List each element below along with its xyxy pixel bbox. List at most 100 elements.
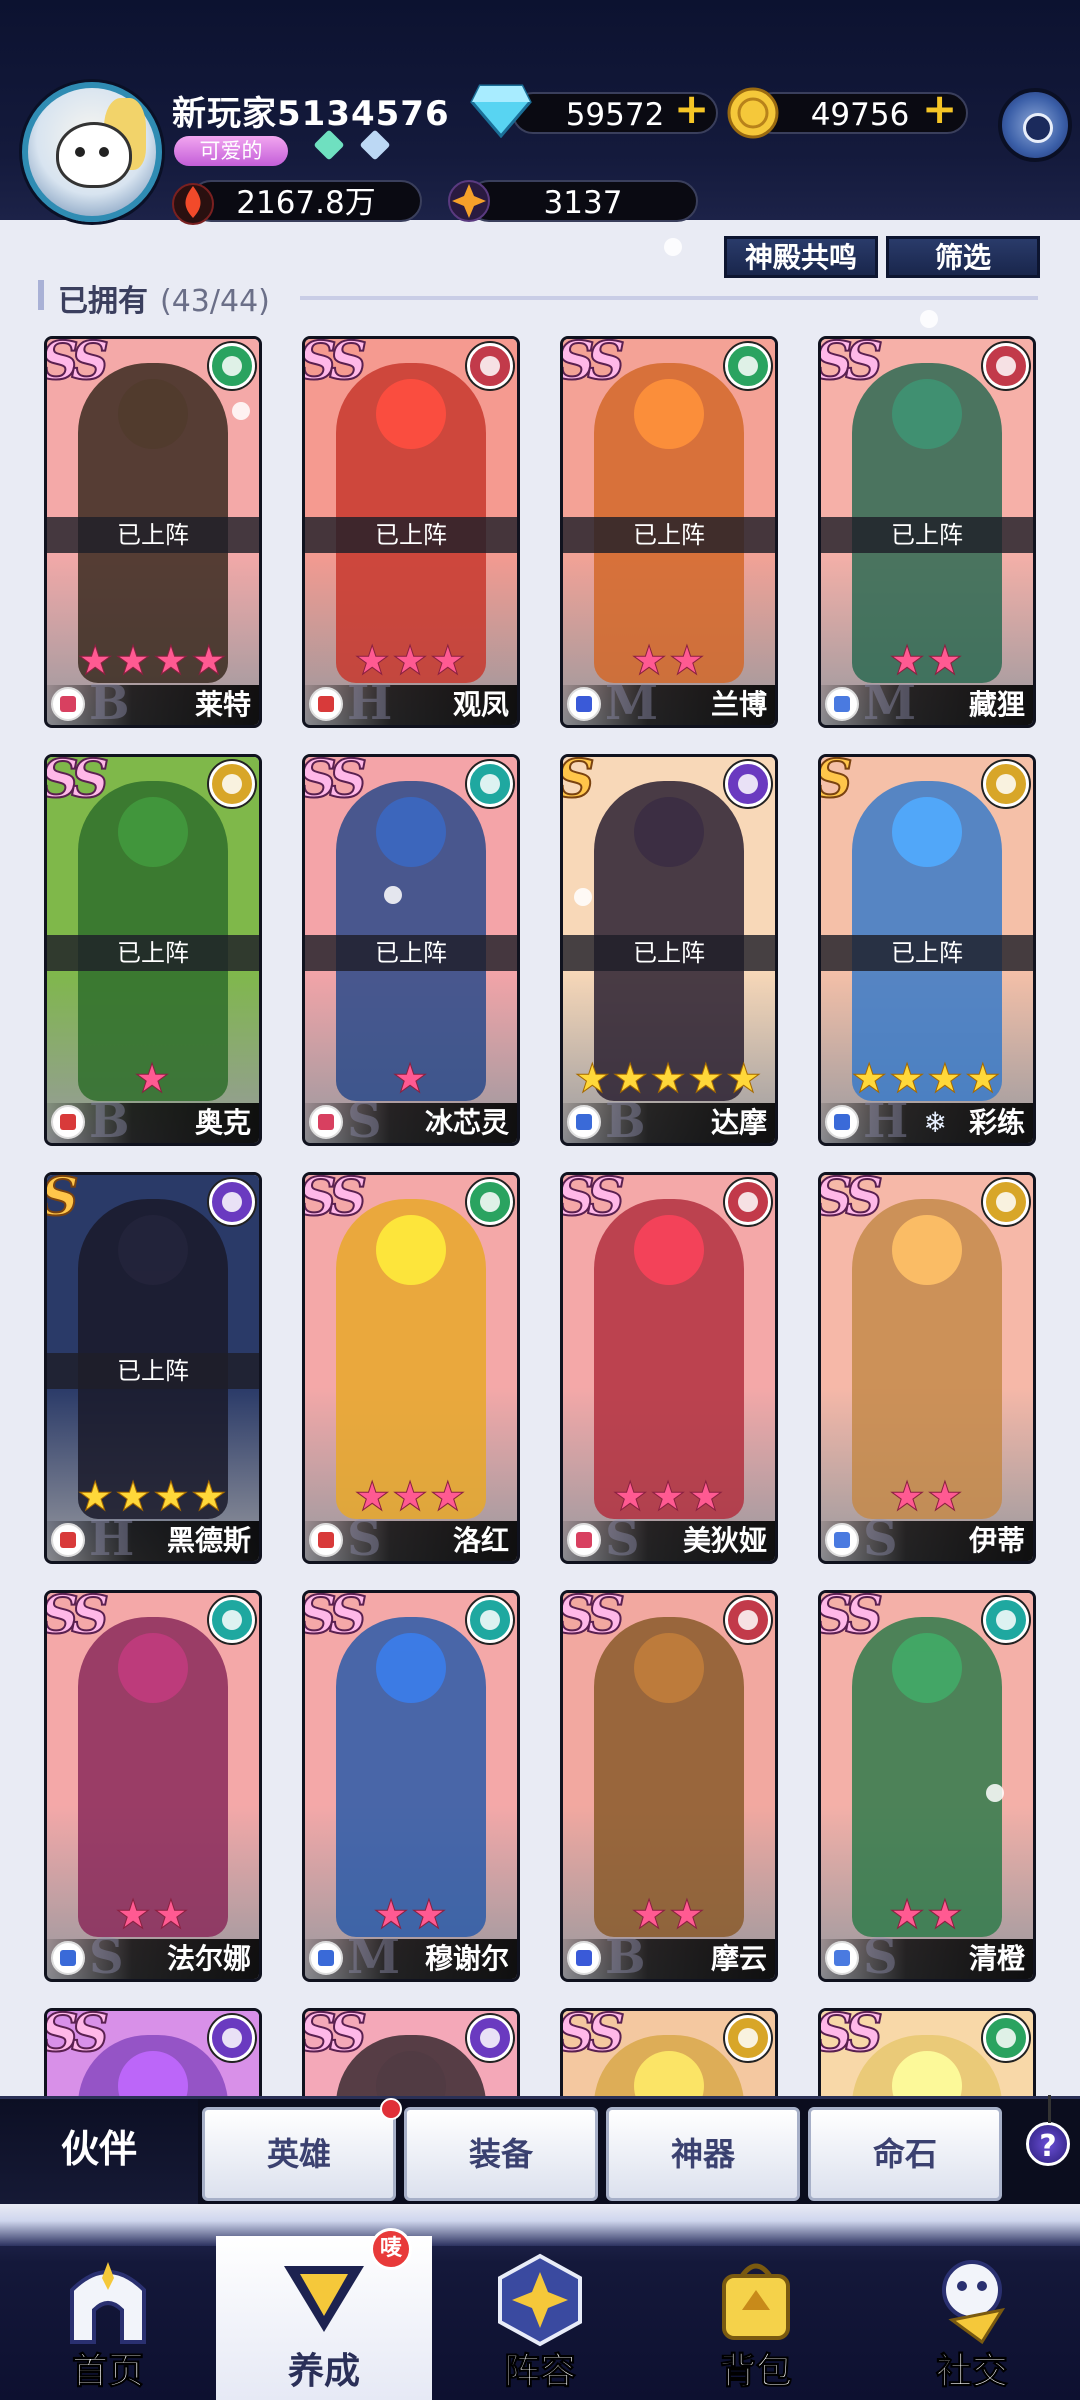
hero-head [634, 1215, 704, 1285]
tab-equipment[interactable]: 装备 [404, 2107, 598, 2201]
hero-name: 穆谢尔 [424, 1942, 509, 1975]
filter-button[interactable]: 筛选 [886, 236, 1040, 278]
hero-card[interactable]: SS 已上阵 ★★★★ B 莱特 [44, 336, 262, 728]
hero-name: 彩练 [968, 1106, 1025, 1139]
hero-name: 清橙 [968, 1942, 1025, 1975]
energy-value: 3137 [543, 185, 623, 221]
rank-badge: SS [302, 336, 368, 393]
faction-icon [209, 761, 255, 807]
rank-badge: SS [302, 1172, 368, 1229]
hero-card[interactable]: SS [302, 2008, 520, 2096]
hero-card[interactable]: SS ★★★ S 洛红 [302, 1172, 520, 1564]
avatar-face [56, 122, 132, 188]
nav-backpack[interactable]: 背包 [648, 2240, 864, 2400]
faction-icon [983, 761, 1029, 807]
hero-head [634, 1633, 704, 1703]
hero-card[interactable]: SS ★★ M 穆谢尔 [302, 1590, 520, 1982]
hero-name: 摩云 [710, 1942, 767, 1975]
star-icon: ★ [411, 1892, 449, 1938]
hero-name: 黑德斯 [166, 1524, 251, 1557]
hero-card[interactable]: SS 已上阵 ★ B 奥克 [44, 754, 262, 1146]
snowflake [986, 1784, 1004, 1802]
faction-icon [725, 761, 771, 807]
star-icon: ★ [650, 1056, 688, 1102]
hero-card[interactable]: SS ★★★ S 美狄娅 [560, 1172, 778, 1564]
deployed-label: 已上阵 [821, 517, 1033, 553]
star-rating: ★★★ [305, 639, 517, 684]
hero-card[interactable]: SS ★★ S 法尔娜 [44, 1590, 262, 1982]
class-letter: H [347, 675, 393, 728]
star-icon: ★ [927, 1474, 965, 1520]
hero-card[interactable]: SS 已上阵 ★★ M 兰博 [560, 336, 778, 728]
hero-name: 观凤 [452, 688, 509, 721]
faction-icon [467, 2015, 513, 2061]
star-rating: ★★ [47, 1893, 259, 1938]
nav-social[interactable]: 社交 [864, 2240, 1080, 2400]
rank-badge: SS [818, 1590, 884, 1647]
faction-icon [467, 1597, 513, 1643]
hero-card[interactable]: SS ★★ S 伊蒂 [818, 1172, 1036, 1564]
role-icon [309, 1941, 343, 1975]
hero-card[interactable]: SS 已上阵 ★★★ H 观凤 [302, 336, 520, 728]
hero-head [118, 797, 188, 867]
add-diamonds-button[interactable]: + [674, 88, 709, 130]
tab-heroes[interactable]: 英雄 [202, 2107, 396, 2201]
snowflake-icon: ❄ [923, 1106, 947, 1139]
faction-icon [983, 2015, 1029, 2061]
help-button[interactable]: ? [1026, 2095, 1070, 2166]
diamond-value: 59572 [565, 97, 665, 133]
avatar-eye [75, 147, 85, 157]
class-letter: S [605, 1511, 640, 1564]
hero-head [118, 1633, 188, 1703]
hero-name: 奥克 [194, 1106, 251, 1139]
deployed-label: 已上阵 [563, 935, 775, 971]
nav-lineup[interactable]: 阵容 [432, 2240, 648, 2400]
star-rating: ★ [305, 1057, 517, 1102]
star-rating: ★★★★ [47, 1475, 259, 1520]
hero-card[interactable]: SS [560, 2008, 778, 2096]
hero-head [118, 379, 188, 449]
hero-card[interactable]: S 已上阵 ★★★★★ B 达摩 [560, 754, 778, 1146]
nav-home[interactable]: 首页 [0, 2240, 216, 2400]
nav-backpack-label: 背包 [719, 2351, 792, 2393]
hero-name: 兰博 [710, 688, 767, 721]
owned-count: (43/44) [160, 284, 270, 319]
rank-badge: SS [44, 336, 110, 393]
hero-card[interactable]: S 已上阵 ★★★★ H ❄ 彩练 [818, 754, 1036, 1146]
nav-home-label: 首页 [71, 2351, 144, 2393]
rank-badge: SS [44, 754, 110, 811]
faction-icon [725, 1597, 771, 1643]
star-rating: ★ [47, 1057, 259, 1102]
hero-card[interactable]: S 已上阵 ★★★★ H 黑德斯 [44, 1172, 262, 1564]
notification-dot [380, 2098, 402, 2120]
faction-icon [725, 343, 771, 389]
hero-head [892, 1633, 962, 1703]
nav-badge: 唛 [370, 2228, 412, 2270]
hero-card[interactable]: SS 已上阵 ★★ M 藏狸 [818, 336, 1036, 728]
gold-coin-icon [727, 87, 779, 139]
tab-partners[interactable]: 伙伴 [0, 2099, 198, 2207]
title-badge[interactable]: 可爱的 [174, 136, 288, 166]
hero-card[interactable]: SS [818, 2008, 1036, 2096]
snowflake [232, 402, 250, 420]
role-icon [567, 687, 601, 721]
hero-grid: SS 已上阵 ★★★★ B 莱特 SS 已上阵 ★★★ H 观凤 SS 已上阵 ★★ M 兰博 SS 已上阵 ★★… [0, 336, 1080, 2096]
hero-card[interactable]: SS ★★ S 清橙 [818, 1590, 1036, 1982]
tab-fate-stones[interactable]: 命石 [808, 2107, 1002, 2201]
deployed-label: 已上阵 [47, 1353, 259, 1389]
faction-icon [983, 343, 1029, 389]
star-rating: ★★★★★ [563, 1056, 775, 1102]
tab-artifacts[interactable]: 神器 [606, 2107, 800, 2201]
player-avatar[interactable] [22, 82, 162, 222]
snowflake [384, 886, 402, 904]
temple-resonance-button[interactable]: 神殿共鸣 [724, 236, 878, 278]
role-icon [309, 1105, 343, 1139]
hero-head [118, 1215, 188, 1285]
settings-gear-button[interactable] [998, 88, 1072, 162]
hero-card[interactable]: SS [44, 2008, 262, 2096]
hero-card[interactable]: SS ★★ B 摩云 [560, 1590, 778, 1982]
add-gold-button[interactable]: + [922, 88, 957, 130]
hero-card[interactable]: SS 已上阵 ★ S 冰芯灵 [302, 754, 520, 1146]
class-letter: M [605, 675, 659, 728]
star-rating: ★★ [821, 1474, 1033, 1520]
